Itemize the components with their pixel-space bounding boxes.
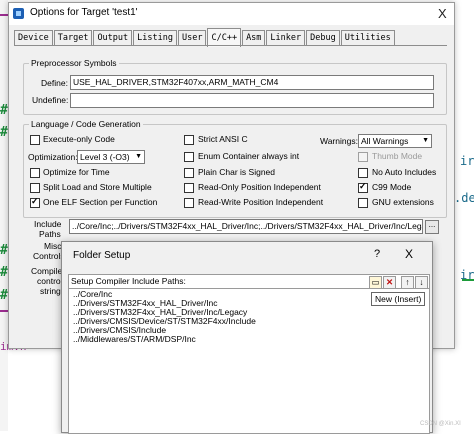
bg-mark: # — [0, 243, 8, 258]
preprocessor-group-title: Preprocessor Symbols — [29, 58, 119, 68]
optimization-label: Optimization: — [28, 152, 78, 162]
misc-label: Misc — [44, 241, 62, 251]
optimization-value: Level 3 (-O3) — [80, 152, 130, 162]
tab-device[interactable]: Device — [14, 30, 53, 45]
language-group: Language / Code Generation Execute-only … — [23, 119, 447, 218]
plain-char-label: Plain Char is Signed — [198, 167, 276, 177]
one-elf-checkbox[interactable] — [30, 196, 40, 208]
strict-ansi-checkbox[interactable] — [184, 135, 194, 145]
tab-divider — [14, 45, 447, 46]
editor-right — [452, 0, 474, 431]
tab-bar: Device Target Output Listing User C/C++ … — [14, 28, 396, 47]
tab-user[interactable]: User — [177, 30, 207, 45]
one-elf-label: One ELF Section per Function — [43, 197, 158, 207]
ro-pi-checkbox[interactable] — [184, 183, 194, 193]
warnings-select[interactable]: All Warnings ▼ — [358, 134, 432, 148]
plain-char-checkbox[interactable] — [184, 168, 194, 178]
gutter-marker — [0, 14, 8, 16]
control-label: control — [37, 276, 63, 286]
strict-ansi-label: Strict ANSI C — [198, 134, 248, 144]
list-header-label: Setup Compiler Include Paths: — [71, 276, 186, 286]
undefine-label: Undefine: — [32, 95, 69, 105]
include-path-list[interactable]: ../Core/Inc ../Drivers/STM32F4xx_HAL_Dri… — [68, 288, 430, 434]
string-label: string — [40, 286, 61, 296]
folder-setup-close-button[interactable]: X — [405, 247, 413, 261]
bg-mark: # — [0, 125, 8, 140]
no-auto-includes-checkbox[interactable] — [358, 168, 368, 178]
tab-target[interactable]: Target — [53, 30, 93, 45]
c99-mode-label: C99 Mode — [372, 182, 412, 192]
define-label: Define: — [41, 78, 68, 88]
tab-linker[interactable]: Linker — [266, 30, 306, 45]
execute-only-checkbox[interactable] — [30, 135, 40, 145]
close-button[interactable]: X — [438, 6, 447, 21]
bg-mark: # — [0, 265, 8, 280]
include-browse-button[interactable]: ... — [425, 220, 439, 234]
tab-output[interactable]: Output — [93, 30, 133, 45]
controls-label: Controls — [33, 251, 65, 261]
tab-debug[interactable]: Debug — [306, 30, 340, 45]
no-auto-includes-label: No Auto Includes — [372, 167, 437, 177]
split-load-label: Split Load and Store Multiple — [43, 182, 152, 192]
compiler-label: Compiler — [31, 266, 66, 276]
undefine-field[interactable] — [70, 93, 434, 108]
thumb-mode-checkbox[interactable] — [358, 152, 368, 162]
chevron-down-icon: ▼ — [422, 137, 429, 144]
warnings-value: All Warnings — [361, 136, 409, 146]
editor-gutter — [0, 0, 8, 431]
gnu-extensions-label: GNU extensions — [372, 197, 434, 207]
bg-text: .de — [454, 191, 474, 205]
split-load-checkbox[interactable] — [30, 183, 40, 193]
help-button[interactable]: ? — [374, 248, 380, 260]
enum-container-checkbox[interactable] — [184, 152, 194, 162]
dialog-title: Options for Target 'test1' — [30, 7, 138, 18]
optimization-select[interactable]: Level 3 (-O3) ▼ — [77, 150, 145, 164]
preprocessor-group: Preprocessor Symbols Define: USE_HAL_DRI… — [23, 58, 447, 115]
enum-container-label: Enum Container always int — [198, 151, 300, 161]
execute-only-label: Execute-only Code — [43, 134, 115, 144]
include-label: Include — [34, 219, 62, 229]
define-field[interactable]: USE_HAL_DRIVER,STM32F407xx,ARM_MATH_CM4 — [70, 75, 434, 90]
tab-utilities[interactable]: Utilities — [340, 30, 395, 45]
optimize-time-label: Optimize for Time — [43, 167, 110, 177]
include-paths-field[interactable]: ../Core/Inc;../Drivers/STM32F4xx_HAL_Dri… — [69, 219, 423, 234]
keil-app-icon — [13, 8, 24, 19]
watermark: CSDN @Xin.XI — [420, 421, 461, 427]
dialog-titlebar[interactable]: Options for Target 'test1' X — [9, 3, 454, 25]
tab-listing[interactable]: Listing — [133, 30, 177, 45]
language-group-title: Language / Code Generation — [29, 119, 143, 129]
gnu-extensions-checkbox[interactable] — [358, 198, 368, 208]
c99-mode-checkbox[interactable] — [358, 181, 368, 193]
chevron-down-icon: ▼ — [135, 153, 142, 160]
folder-setup-title: Folder Setup — [73, 250, 131, 261]
list-header: Setup Compiler Include Paths: ▭ ✕ ↑ ↓ — [68, 274, 430, 289]
paths-label: Paths — [39, 229, 61, 239]
gutter-marker — [0, 310, 8, 312]
list-item[interactable]: ../Middlewares/ST/ARM/DSP/Inc — [73, 334, 196, 344]
bg-marker — [462, 279, 474, 281]
rw-pi-checkbox[interactable] — [184, 198, 194, 208]
folder-setup-dialog: Folder Setup ? X Setup Compiler Include … — [61, 241, 433, 434]
optimize-time-checkbox[interactable] — [30, 168, 40, 178]
bg-mark: # — [0, 288, 8, 303]
rw-pi-label: Read-Write Position Independent — [198, 197, 324, 207]
bg-mark: # — [0, 103, 8, 118]
ro-pi-label: Read-Only Position Independent — [198, 182, 321, 192]
new-insert-tooltip: New (Insert) — [371, 292, 426, 306]
tab-asm[interactable]: Asm — [242, 30, 266, 45]
thumb-mode-label: Thumb Mode — [372, 151, 423, 161]
bg-text: ir — [460, 154, 474, 168]
warnings-label: Warnings: — [320, 136, 358, 146]
